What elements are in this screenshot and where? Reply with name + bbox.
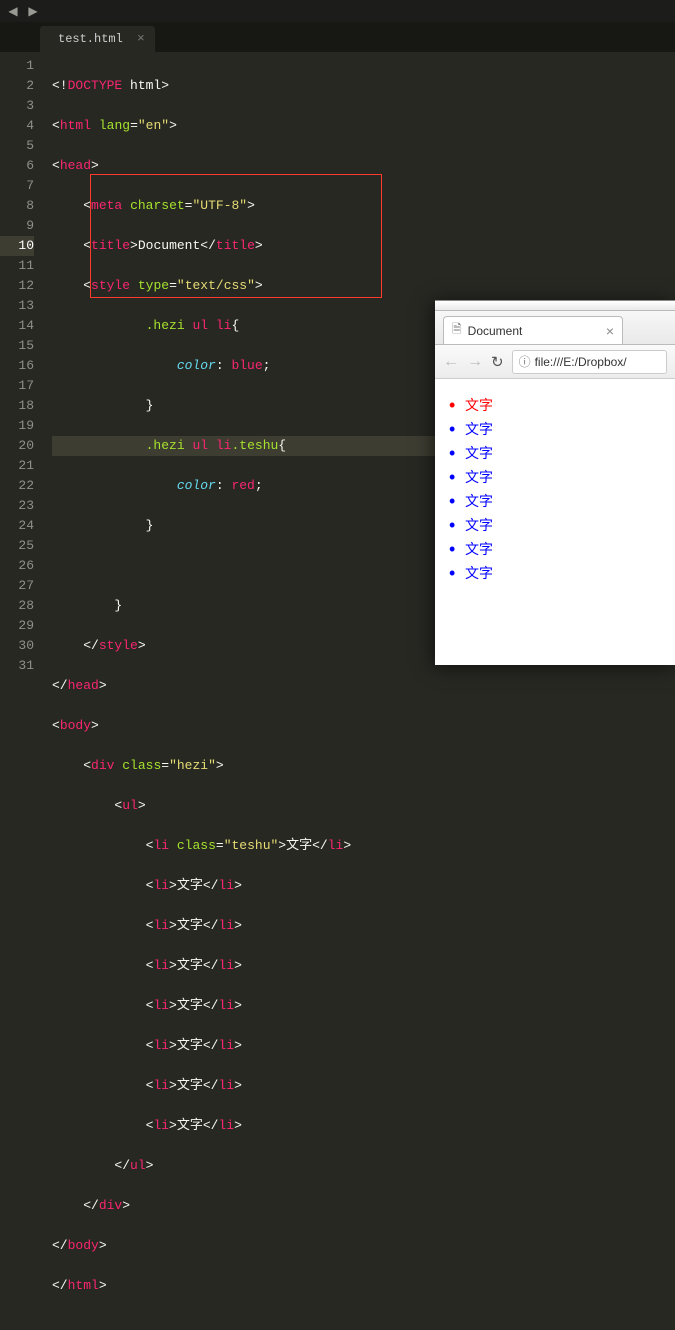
line-number: 21 (0, 456, 34, 476)
result-list: 文字 文字 文字 文字 文字 文字 文字 文字 (443, 393, 667, 585)
editor-tabbar: test.html × (0, 22, 675, 52)
line-number: 14 (0, 316, 34, 336)
reload-icon[interactable]: ↻ (491, 353, 504, 371)
url-input[interactable]: ⓘ file:///E:/Dropbox/ (512, 350, 667, 374)
line-number: 15 (0, 336, 34, 356)
line-number: 26 (0, 556, 34, 576)
history-forward-icon[interactable]: ▶ (26, 4, 40, 19)
browser-tab-title: Document (468, 324, 523, 338)
tab-label: test.html (58, 26, 123, 52)
close-icon[interactable]: × (137, 26, 145, 52)
line-number: 22 (0, 476, 34, 496)
line-number: 30 (0, 636, 34, 656)
line-number: 23 (0, 496, 34, 516)
list-item: 文字 (465, 393, 667, 417)
list-item: 文字 (465, 489, 667, 513)
browser-addressbar: ← → ↻ ⓘ file:///E:/Dropbox/ (435, 345, 675, 379)
browser-tabstrip: 🗎 Document × (435, 311, 675, 345)
nav-forward-icon[interactable]: → (467, 353, 483, 371)
list-item: 文字 (465, 465, 667, 489)
document-icon: 🗎 (452, 320, 462, 341)
line-gutter: 1234567891011121314151617181920212223242… (0, 52, 44, 665)
line-number: 4 (0, 116, 34, 136)
line-number: 8 (0, 196, 34, 216)
history-back-icon[interactable]: ◀ (6, 4, 20, 19)
browser-titlebar (435, 301, 675, 311)
line-number: 29 (0, 616, 34, 636)
line-number: 16 (0, 356, 34, 376)
list-item: 文字 (465, 561, 667, 585)
editor-topbar: ◀ ▶ (0, 0, 675, 22)
list-item: 文字 (465, 417, 667, 441)
line-number: 19 (0, 416, 34, 436)
line-number: 27 (0, 576, 34, 596)
line-number: 24 (0, 516, 34, 536)
line-number: 17 (0, 376, 34, 396)
list-item: 文字 (465, 537, 667, 561)
line-number: 7 (0, 176, 34, 196)
line-number: 9 (0, 216, 34, 236)
line-number: 6 (0, 156, 34, 176)
line-number: 20 (0, 436, 34, 456)
line-number: 2 (0, 76, 34, 96)
line-number: 12 (0, 276, 34, 296)
line-number: 5 (0, 136, 34, 156)
nav-back-icon[interactable]: ← (443, 353, 459, 371)
line-number: 28 (0, 596, 34, 616)
url-text: file:///E:/Dropbox/ (535, 355, 627, 369)
line-number: 11 (0, 256, 34, 276)
line-number: 25 (0, 536, 34, 556)
line-number: 31 (0, 656, 34, 676)
line-number: 3 (0, 96, 34, 116)
line-number: 10 (0, 236, 34, 256)
info-icon: ⓘ (519, 353, 531, 370)
browser-tab[interactable]: 🗎 Document × (443, 316, 623, 344)
browser-page: 文字 文字 文字 文字 文字 文字 文字 文字 (435, 379, 675, 593)
line-number: 18 (0, 396, 34, 416)
line-number: 13 (0, 296, 34, 316)
file-tab[interactable]: test.html × (40, 26, 155, 52)
close-icon[interactable]: × (606, 323, 614, 339)
line-number: 1 (0, 56, 34, 76)
list-item: 文字 (465, 513, 667, 537)
list-item: 文字 (465, 441, 667, 465)
browser-window: 🗎 Document × ← → ↻ ⓘ file:///E:/Dropbox/… (435, 300, 675, 665)
